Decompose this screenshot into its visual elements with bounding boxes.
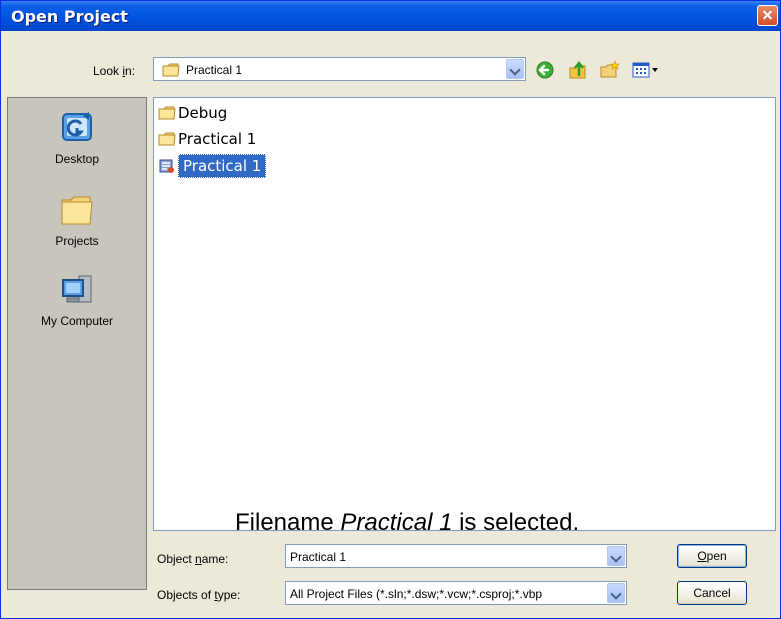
object-name-value: Practical 1	[290, 550, 347, 564]
solution-file-icon	[159, 159, 174, 173]
look-in-label: Look in:	[93, 64, 136, 78]
desktop-icon	[62, 112, 92, 141]
object-name-dropdown-button[interactable]	[607, 546, 625, 566]
folder-icon	[158, 132, 176, 146]
file-name: Debug	[178, 104, 228, 122]
up-folder-icon[interactable]	[567, 60, 589, 80]
my-computer-icon	[62, 275, 92, 303]
objects-of-type-combo[interactable]: All Project Files (*.sln;*.dsw;*.vcw;*.c…	[285, 581, 627, 605]
open-project-dialog: Open Project Look in: Practical 1 Deskto…	[0, 0, 781, 619]
new-folder-icon[interactable]	[599, 60, 621, 80]
title-bar[interactable]: Open Project	[1, 1, 780, 31]
open-button[interactable]: Open	[677, 544, 747, 568]
place-my-computer[interactable]: My Computer	[8, 272, 146, 328]
file-name: Practical 1	[178, 130, 257, 148]
look-in-value: Practical 1	[186, 63, 243, 77]
objects-of-type-value: All Project Files (*.sln;*.dsw;*.vcw;*.c…	[290, 587, 543, 601]
place-label: Projects	[55, 234, 99, 248]
place-label: Desktop	[54, 152, 100, 166]
back-icon[interactable]	[535, 60, 557, 80]
annotation-caption: Filename Practical 1 is selected.	[235, 509, 580, 536]
place-desktop[interactable]: Desktop	[8, 110, 146, 166]
place-label: My Computer	[40, 314, 114, 328]
objects-of-type-label: Objects of type:	[157, 588, 241, 602]
object-name-field[interactable]: Practical 1	[285, 544, 627, 568]
place-projects[interactable]: Projects	[8, 192, 146, 248]
look-in-dropdown-button[interactable]	[506, 59, 524, 79]
dialog-title: Open Project	[11, 7, 128, 26]
folder-icon	[158, 106, 176, 120]
views-menu-icon[interactable]	[631, 60, 661, 80]
cancel-button[interactable]: Cancel	[677, 581, 747, 605]
object-name-label: Object name:	[157, 552, 229, 566]
file-list[interactable]: Debug Practical 1 Practical 1	[153, 97, 776, 531]
folder-icon	[61, 196, 93, 225]
file-name: Practical 1	[178, 154, 267, 178]
close-button[interactable]	[757, 5, 778, 26]
look-in-combo[interactable]: Practical 1	[153, 57, 526, 81]
folder-icon	[162, 63, 180, 77]
places-bar: Desktop Projects My Computer	[7, 97, 147, 590]
objects-of-type-dropdown-button[interactable]	[607, 583, 625, 603]
